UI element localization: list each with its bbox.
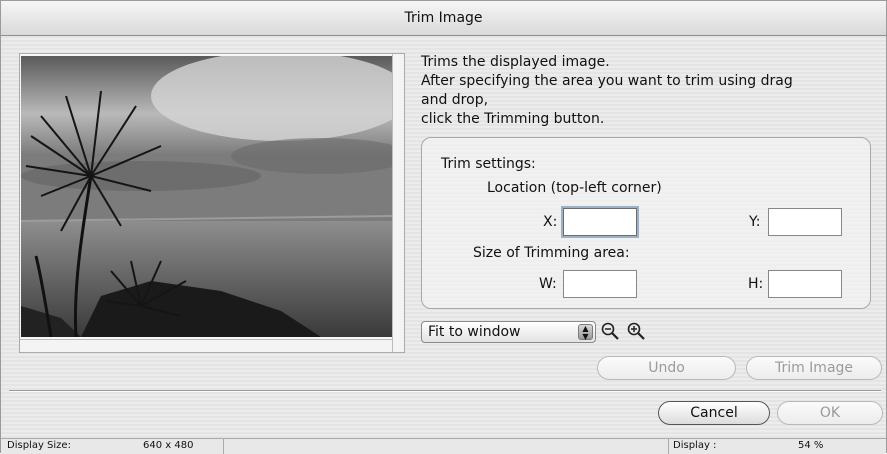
zoom-mode-select[interactable]: Fit to window ▲ ▼ (421, 321, 596, 343)
display-zoom-label: Display : (673, 440, 717, 451)
w-field[interactable] (563, 270, 637, 298)
w-label: W: (539, 276, 557, 292)
status-bar: Display Size: 640 x 480 Display : 54 % (1, 438, 886, 454)
zoom-mode-value: Fit to window (428, 324, 521, 340)
location-label: Location (top-left corner) (487, 180, 662, 196)
h-label: H: (748, 276, 764, 292)
x-field[interactable] (563, 208, 637, 236)
window-title: Trim Image (404, 10, 483, 26)
zoom-out-icon[interactable] (600, 321, 622, 343)
y-field[interactable] (768, 208, 842, 236)
size-label: Size of Trimming area: (473, 245, 630, 261)
title-bar: Trim Image (1, 1, 886, 36)
zoom-in-icon[interactable] (626, 321, 648, 343)
h-field[interactable] (768, 270, 842, 298)
display-zoom-value: 54 % (798, 440, 824, 451)
preview-photo[interactable] (21, 56, 393, 337)
cancel-button[interactable]: Cancel (658, 401, 770, 425)
display-size-value: 640 x 480 (143, 440, 194, 451)
undo-button[interactable]: Undo (597, 356, 736, 380)
seascape-photo (21, 56, 393, 337)
trim-settings-heading: Trim settings: (441, 156, 536, 172)
instructions-text: Trims the displayed image. After specify… (421, 54, 793, 127)
status-divider (223, 439, 224, 454)
image-preview[interactable] (19, 53, 405, 353)
x-label: X: (543, 214, 558, 230)
preview-vertical-scrollbar[interactable] (392, 54, 404, 352)
divider (9, 390, 881, 392)
trim-image-button[interactable]: Trim Image (746, 356, 882, 380)
updown-arrows-icon: ▲ ▼ (578, 324, 593, 341)
status-divider (668, 439, 669, 454)
preview-horizontal-scrollbar[interactable] (20, 339, 392, 352)
y-label: Y: (749, 214, 761, 230)
display-size-label: Display Size: (7, 440, 71, 451)
trim-image-dialog: Trim Image Trims the displayed image. Af… (0, 0, 887, 454)
ok-button[interactable]: OK (777, 401, 883, 425)
trim-settings-group: Trim settings: Location (top-left corner… (421, 137, 871, 309)
